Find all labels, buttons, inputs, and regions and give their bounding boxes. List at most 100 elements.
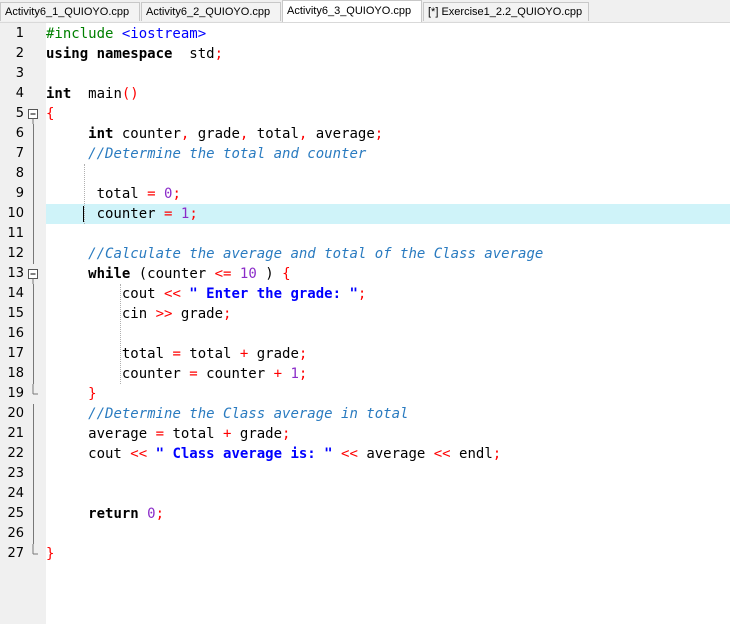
- fold-line: [33, 124, 34, 264]
- code-token: ;: [357, 286, 367, 302]
- code-token: {: [282, 266, 291, 282]
- code-token: grade: [248, 346, 299, 362]
- code-token: 0: [138, 506, 156, 522]
- code-token: >>: [155, 306, 173, 322]
- code-token: std: [172, 46, 215, 62]
- tab-bar: Activity6_1_QUIOYO.cpp Activity6_2_QUIOY…: [0, 0, 730, 23]
- code-line[interactable]: return 0;: [46, 504, 730, 524]
- code-token: average: [46, 426, 156, 442]
- code-token: ;: [298, 366, 308, 382]
- line-number: 14: [7, 286, 24, 301]
- line-number: 6: [15, 126, 24, 141]
- code-line[interactable]: using namespace std;: [46, 44, 730, 64]
- tab-activity6-2[interactable]: Activity6_2_QUIOYO.cpp: [141, 2, 281, 21]
- line-number: 20: [7, 406, 24, 421]
- line-number: 11: [7, 226, 24, 241]
- code-token: 1: [282, 366, 299, 382]
- line-number: 1: [15, 26, 24, 41]
- code-line[interactable]: [46, 464, 730, 484]
- code-line[interactable]: int main(): [46, 84, 730, 104]
- code-token: ;: [214, 46, 224, 62]
- code-token: }: [88, 386, 97, 402]
- line-number: 25: [7, 506, 24, 521]
- code-line[interactable]: //Calculate the average and total of the…: [46, 244, 730, 264]
- code-editor[interactable]: #include <iostream> using namespace std; i…: [46, 23, 730, 624]
- code-line[interactable]: int counter, grade, total, average;: [46, 124, 730, 144]
- code-token: total: [46, 346, 173, 362]
- line-number: 9: [15, 186, 24, 201]
- code-token: cout: [46, 286, 165, 302]
- code-line[interactable]: cout << " Class average is: " << average…: [46, 444, 730, 464]
- text-caret: [83, 206, 84, 222]
- line-number: 12: [7, 246, 24, 261]
- code-token: ;: [223, 306, 232, 322]
- line-number: 22: [7, 446, 24, 461]
- code-token: <iostream>: [121, 26, 207, 42]
- code-token: average: [357, 446, 434, 462]
- code-token: endl: [450, 446, 493, 462]
- code-token: //Determine the Class average in total: [88, 406, 409, 422]
- code-line[interactable]: }: [46, 384, 730, 404]
- code-token: counter: [46, 366, 190, 382]
- fold-line: [33, 404, 34, 544]
- line-number: 23: [7, 466, 24, 481]
- code-line[interactable]: [46, 484, 730, 504]
- line-number: 13: [7, 266, 24, 281]
- code-token: #include: [46, 26, 122, 42]
- tab-activity6-1[interactable]: Activity6_1_QUIOYO.cpp: [0, 2, 140, 21]
- code-token: <<: [341, 446, 358, 462]
- code-token: " Class average is: ": [147, 446, 333, 462]
- tab-exercise1-2-2[interactable]: [*] Exercise1_2.2_QUIOYO.cpp: [423, 2, 589, 21]
- line-number: 17: [7, 346, 24, 361]
- line-number: 3: [15, 66, 24, 81]
- code-token: using namespace: [46, 46, 173, 62]
- fold-end-icon: [32, 544, 38, 555]
- code-token: total: [46, 186, 148, 202]
- code-token: counter: [113, 126, 181, 142]
- line-number: 15: [7, 306, 24, 321]
- tab-activity6-3[interactable]: Activity6_3_QUIOYO.cpp: [282, 0, 422, 22]
- code-line[interactable]: cin >> grade;: [46, 304, 730, 324]
- code-line[interactable]: while (counter <= 10 ) {: [46, 264, 730, 284]
- code-line[interactable]: //Determine the Class average in total: [46, 404, 730, 424]
- code-token: ;: [189, 206, 198, 222]
- code-token: =: [147, 186, 156, 202]
- code-token: =: [189, 366, 198, 382]
- code-token: counter: [46, 206, 165, 222]
- code-line[interactable]: counter = 1;: [46, 204, 730, 224]
- code-line[interactable]: }: [46, 544, 730, 564]
- line-number: 26: [7, 526, 24, 541]
- code-token: <=: [214, 266, 232, 282]
- code-token: ;: [298, 346, 308, 362]
- code-token: total: [164, 426, 224, 442]
- code-token: 10: [231, 266, 257, 282]
- line-number-gutter: 1 2 3 4 5 6 7 8 9 10 11 12 13 14 15 16 17 18 19 20 21 22 23 24 2…: [0, 23, 46, 624]
- code-token: counter: [197, 366, 274, 382]
- code-line[interactable]: [46, 164, 730, 184]
- code-token: <<: [130, 446, 148, 462]
- code-line[interactable]: [46, 524, 730, 544]
- code-token: total: [180, 346, 240, 362]
- code-line[interactable]: [46, 324, 730, 344]
- code-line[interactable]: total = total + grade;: [46, 344, 730, 364]
- code-line[interactable]: cout << " Enter the grade: ";: [46, 284, 730, 304]
- fold-line: [33, 284, 34, 384]
- code-line[interactable]: counter = counter + 1;: [46, 364, 730, 384]
- code-line[interactable]: //Determine the total and counter: [46, 144, 730, 164]
- code-line[interactable]: {: [46, 104, 730, 124]
- code-line[interactable]: [46, 64, 730, 84]
- code-line[interactable]: [46, 224, 730, 244]
- code-token: int: [88, 126, 114, 142]
- code-line[interactable]: #include <iostream>: [46, 24, 730, 44]
- code-line[interactable]: average = total + grade;: [46, 424, 730, 444]
- code-token: (): [121, 86, 139, 102]
- code-token: ;: [492, 446, 502, 462]
- fold-collapse-icon[interactable]: [27, 264, 39, 284]
- fold-collapse-icon[interactable]: [27, 104, 39, 124]
- line-number: 27: [7, 546, 24, 561]
- line-number: 18: [7, 366, 24, 381]
- code-token: main: [71, 86, 122, 102]
- code-line[interactable]: total = 0;: [46, 184, 730, 204]
